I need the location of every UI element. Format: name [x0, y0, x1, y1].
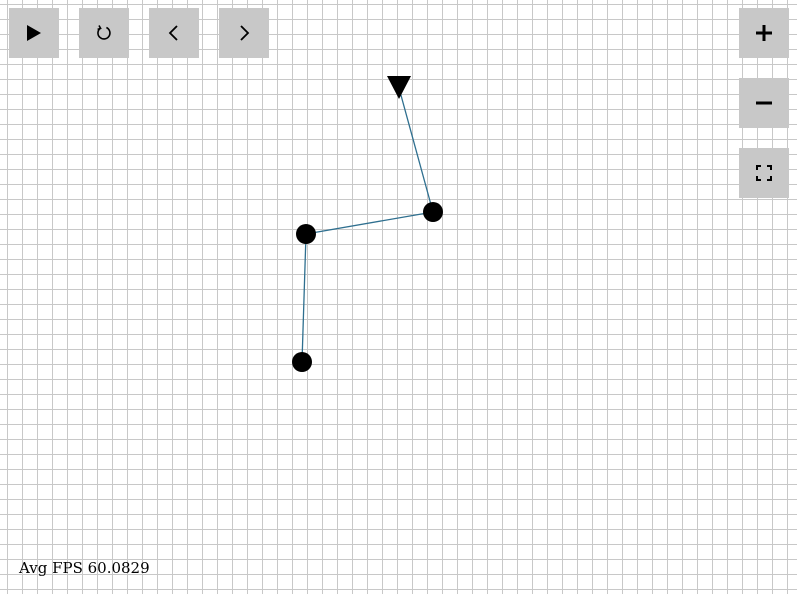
- joint-2[interactable]: [296, 224, 316, 244]
- play-button[interactable]: [9, 8, 59, 58]
- zoom-out-button[interactable]: [739, 78, 789, 128]
- pendulum-links: [301, 87, 434, 363]
- link-joint-2-to-joint-3: [301, 233, 307, 363]
- fps-readout: Avg FPS 60.0829: [19, 559, 150, 577]
- simulation-canvas[interactable]: [0, 0, 797, 594]
- chevron-right-icon: [240, 25, 250, 41]
- plus-icon: [756, 25, 772, 41]
- link-joint-1-to-joint-2: [305, 211, 434, 235]
- reset-icon: [97, 25, 111, 40]
- previous-button[interactable]: [149, 8, 199, 58]
- joint-3[interactable]: [292, 352, 312, 372]
- fullscreen-icon: [756, 165, 772, 181]
- zoom-in-button[interactable]: [739, 8, 789, 58]
- fullscreen-button[interactable]: [739, 148, 789, 198]
- play-icon: [27, 25, 41, 41]
- reset-button[interactable]: [79, 8, 129, 58]
- next-button[interactable]: [219, 8, 269, 58]
- minus-icon: [756, 101, 772, 105]
- anchor-triangle[interactable]: [387, 76, 411, 99]
- chevron-left-icon: [168, 25, 178, 41]
- link-anchor-to-joint-1: [398, 87, 434, 213]
- joint-1[interactable]: [423, 202, 443, 222]
